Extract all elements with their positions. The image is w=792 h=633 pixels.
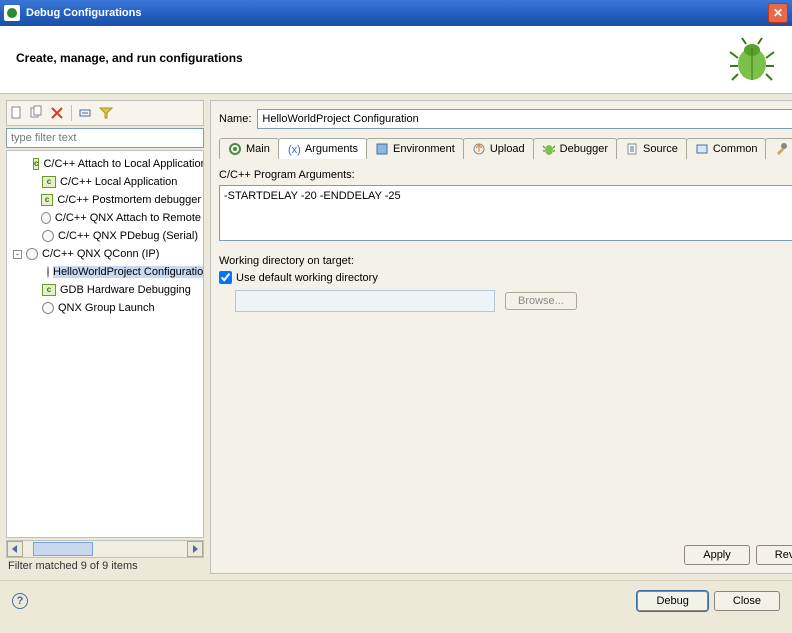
tab-debugger[interactable]: Debugger <box>533 138 617 159</box>
toolbar-separator <box>71 105 72 121</box>
apply-button[interactable]: Apply <box>684 545 750 565</box>
help-icon[interactable]: ? <box>12 593 28 609</box>
working-directory-label: Working directory on target: <box>219 255 354 267</box>
tree-item[interactable]: cC/C++ Attach to Local Application <box>9 155 201 173</box>
environment-tab-icon <box>375 142 389 156</box>
window-titlebar: Debug Configurations ✕ <box>0 0 792 26</box>
filter-menu-icon[interactable] <box>98 105 114 121</box>
tree-item[interactable]: cC/C++ Local Application <box>9 173 201 191</box>
c-icon: c <box>42 176 56 188</box>
use-default-checkbox[interactable]: Use default working directory <box>219 271 792 284</box>
source-tab-icon <box>625 142 639 156</box>
debug-bug-icon <box>728 36 776 84</box>
filter-input[interactable] <box>6 128 204 148</box>
new-config-icon[interactable] <box>9 105 25 121</box>
left-panel: cC/C++ Attach to Local Application cC/C+… <box>6 100 204 574</box>
launch-config-icon <box>42 302 54 314</box>
close-button[interactable]: Close <box>714 591 780 611</box>
arguments-value: -STARTDELAY -20 -ENDDELAY -25 <box>224 190 401 202</box>
arguments-label: C/C++ Program Arguments: <box>219 169 792 181</box>
tree-item-selected[interactable]: HelloWorldProject Configuration <box>9 263 201 281</box>
duplicate-config-icon[interactable] <box>29 105 45 121</box>
scroll-right-icon[interactable] <box>187 541 203 557</box>
revert-button[interactable]: Revert <box>756 545 792 565</box>
window-close-button[interactable]: ✕ <box>768 3 788 23</box>
arguments-tab-icon: (x)= <box>287 142 301 156</box>
upload-tab-icon <box>472 142 486 156</box>
dialog-header: Create, manage, and run configurations <box>0 26 792 94</box>
tab-source[interactable]: Source <box>616 138 687 159</box>
tree-item[interactable]: C/C++ QNX PDebug (Serial) <box>9 227 201 245</box>
tools-tab-icon <box>774 142 788 156</box>
c-icon: c <box>41 194 53 206</box>
header-title: Create, manage, and run configurations <box>16 51 243 65</box>
arguments-textarea[interactable]: -STARTDELAY -20 -ENDDELAY -25 ˄ ˅ <box>219 185 792 241</box>
collapse-icon[interactable]: - <box>13 250 22 259</box>
main-tab-icon <box>228 142 242 156</box>
tree-item[interactable]: cGDB Hardware Debugging <box>9 281 201 299</box>
horizontal-scrollbar[interactable] <box>6 540 204 558</box>
qnx-icon <box>42 230 54 242</box>
config-editor-panel: Name: Main (x)=Arguments Environment Upl… <box>210 100 792 574</box>
dialog-footer: ? Debug Close <box>0 580 792 621</box>
qnx-icon <box>41 212 51 224</box>
name-label: Name: <box>219 113 251 125</box>
tab-tools[interactable]: Tools <box>765 138 792 159</box>
launch-config-icon <box>47 266 49 278</box>
collapse-all-icon[interactable] <box>78 105 94 121</box>
debug-button[interactable]: Debug <box>637 591 707 611</box>
filter-status: Filter matched 9 of 9 items <box>6 558 204 574</box>
tab-upload[interactable]: Upload <box>463 138 534 159</box>
tree-item[interactable]: cC/C++ Postmortem debugger <box>9 191 201 209</box>
svg-text:(x)=: (x)= <box>288 144 301 156</box>
scroll-thumb[interactable] <box>33 542 93 556</box>
tab-environment[interactable]: Environment <box>366 138 464 159</box>
config-tabs: Main (x)=Arguments Environment Upload De… <box>219 137 792 159</box>
config-tree[interactable]: cC/C++ Attach to Local Application cC/C+… <box>6 150 204 538</box>
tree-item[interactable]: C/C++ QNX Attach to Remote <box>9 209 201 227</box>
tab-main[interactable]: Main <box>219 138 279 159</box>
tab-arguments[interactable]: (x)=Arguments <box>278 138 367 159</box>
app-icon <box>4 5 20 21</box>
tab-common[interactable]: Common <box>686 138 767 159</box>
debugger-tab-icon <box>542 142 556 156</box>
qnx-icon <box>26 248 38 260</box>
tree-item-expanded[interactable]: -C/C++ QNX QConn (IP) <box>9 245 201 263</box>
tree-item[interactable]: QNX Group Launch <box>9 299 201 317</box>
config-toolbar <box>6 100 204 126</box>
common-tab-icon <box>695 142 709 156</box>
window-title: Debug Configurations <box>26 7 142 19</box>
c-icon: c <box>33 158 39 170</box>
use-default-label: Use default working directory <box>236 272 378 284</box>
delete-config-icon[interactable] <box>49 105 65 121</box>
name-input[interactable] <box>257 109 792 129</box>
scroll-left-icon[interactable] <box>7 541 23 557</box>
scroll-track[interactable] <box>23 541 187 557</box>
c-icon: c <box>42 284 56 296</box>
working-directory-input <box>235 290 495 312</box>
use-default-checkbox-input[interactable] <box>219 271 232 284</box>
browse-button: Browse... <box>505 292 577 310</box>
